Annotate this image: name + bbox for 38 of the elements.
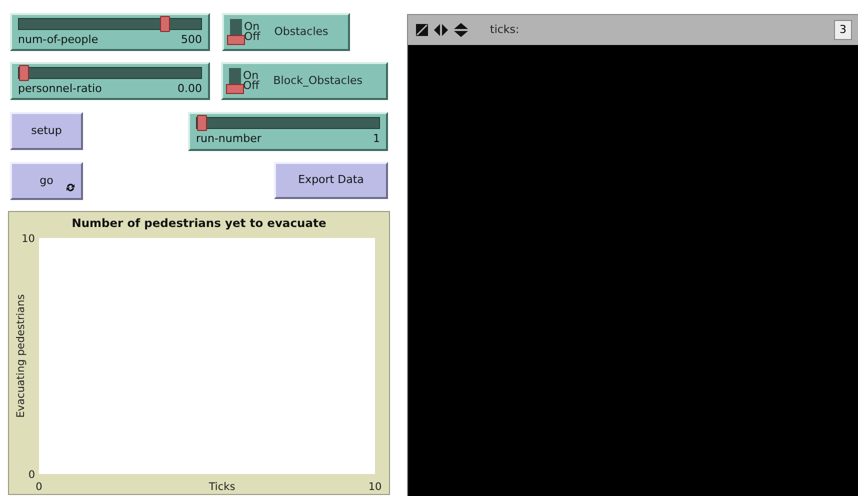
vertical-arrows-icon[interactable]: [454, 23, 468, 37]
3d-button[interactable]: 3: [834, 20, 852, 40]
x-axis-label: Ticks: [208, 481, 236, 493]
switch-on-label: On: [244, 22, 260, 32]
axis-tick-label: 10: [22, 233, 35, 245]
slider-label: num-of-people: [18, 33, 98, 47]
slider-value: 500: [181, 33, 202, 47]
slider-value: 1: [373, 132, 380, 146]
y-axis-label: Evacuating pedestrians: [15, 294, 27, 418]
axis-tick-label: 0: [36, 481, 42, 493]
slider-label: run-number: [196, 132, 262, 146]
switch-toggle[interactable]: [229, 68, 241, 94]
switch-off-label: Off: [243, 81, 260, 91]
axis-tick-label: 10: [368, 481, 382, 493]
button[interactable]: setup: [10, 112, 83, 150]
plot-title: Number of pedestrians yet to evacuate: [72, 216, 326, 230]
switch-toggle[interactable]: [230, 19, 242, 45]
slider[interactable]: num-of-people 500: [10, 13, 210, 51]
slider-thumb[interactable]: [19, 65, 29, 81]
slider-label: personnel-ratio: [18, 82, 102, 96]
button[interactable]: Export Data: [274, 162, 388, 199]
slider-thumb[interactable]: [197, 115, 207, 131]
ticks-label: ticks:: [490, 22, 520, 38]
switch-label: Obstacles: [274, 24, 328, 40]
axis-tick-label: 0: [28, 469, 35, 481]
slider-thumb[interactable]: [160, 16, 170, 32]
resize-icon[interactable]: [416, 24, 428, 36]
go-button[interactable]: go: [10, 162, 83, 200]
switch-label: Block_Obstacles: [273, 72, 363, 89]
slider-track[interactable]: [18, 18, 202, 30]
switch-on-label: On: [243, 71, 259, 81]
slider-value: 0.00: [178, 82, 202, 96]
slider[interactable]: run-number 1: [188, 112, 388, 151]
slider-track[interactable]: [18, 67, 202, 79]
horizontal-arrows-icon[interactable]: [434, 24, 448, 36]
slider[interactable]: personnel-ratio 0.00: [10, 62, 210, 100]
slider-track[interactable]: [196, 117, 380, 129]
switch-off-label: Off: [244, 32, 260, 42]
